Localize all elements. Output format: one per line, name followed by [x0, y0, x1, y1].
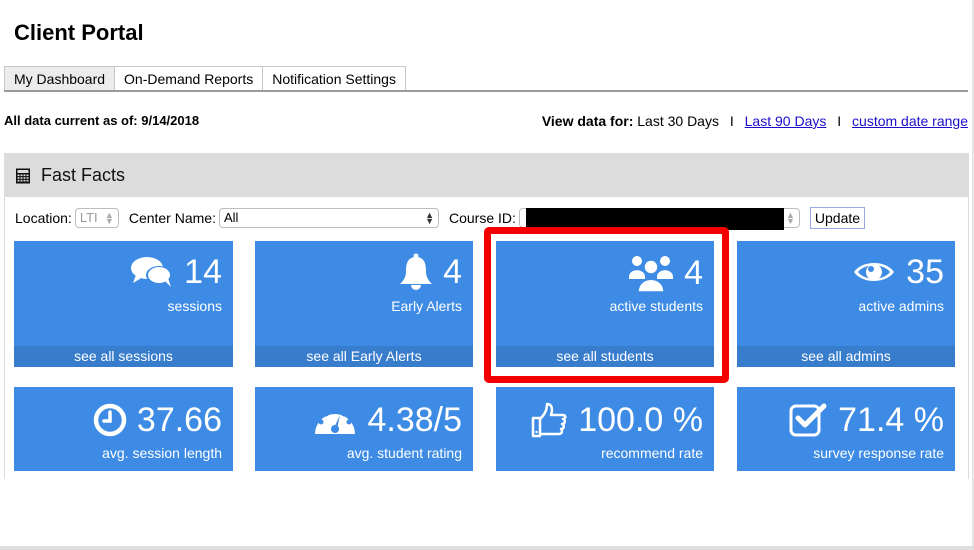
- calculator-icon: [15, 168, 31, 184]
- current-range: Last 30 Days: [637, 113, 719, 129]
- survey-response-rate-value: 71.4 %: [838, 401, 944, 439]
- see-all-early-alerts-link[interactable]: see all Early Alerts: [255, 346, 473, 367]
- sessions-card[interactable]: 14 sessions see all sessions: [14, 241, 233, 367]
- clock-icon: [93, 403, 127, 437]
- check-square-icon: [788, 401, 828, 439]
- avg-student-rating-label: avg. student rating: [346, 445, 462, 461]
- separator: I: [729, 113, 734, 129]
- view-data-label: View data for:: [541, 113, 634, 129]
- see-all-students-link[interactable]: see all students: [496, 346, 714, 367]
- sessions-label: sessions: [167, 298, 222, 314]
- center-name-select[interactable]: All ▲ ▼: [218, 208, 439, 228]
- select-arrows-icon: ▲ ▼: [104, 210, 114, 226]
- thumbs-up-icon: [530, 401, 568, 439]
- center-name-value: All: [223, 210, 239, 225]
- active-admins-card[interactable]: 35 active admins see all admins: [737, 241, 955, 367]
- tab-bar: My Dashboard On-Demand Reports Notificat…: [4, 66, 968, 92]
- tab-notification-settings[interactable]: Notification Settings: [262, 66, 406, 90]
- active-admins-value: 35: [906, 253, 944, 291]
- eye-icon: [852, 258, 896, 286]
- panel-title: Fast Facts: [41, 165, 126, 185]
- avg-session-length-value: 37.66: [136, 401, 222, 439]
- course-id-label: Course ID:: [448, 210, 516, 226]
- active-students-value: 4: [684, 254, 703, 292]
- page-title: Client Portal: [14, 20, 144, 45]
- separator: I: [837, 113, 842, 129]
- panel-header: Fast Facts: [5, 154, 968, 197]
- sessions-value: 14: [184, 253, 222, 291]
- window-bottom-edge: [0, 546, 974, 550]
- survey-response-rate-card: 71.4 % survey response rate: [737, 387, 955, 471]
- early-alerts-card[interactable]: 4 Early Alerts see all Early Alerts: [255, 241, 473, 367]
- update-button[interactable]: Update: [809, 207, 866, 229]
- active-admins-label: active admins: [858, 298, 944, 314]
- center-name-label: Center Name:: [128, 210, 216, 226]
- tab-my-dashboard[interactable]: My Dashboard: [4, 66, 116, 90]
- comments-icon: [130, 255, 174, 289]
- recommend-rate-value: 100.0 %: [578, 401, 703, 439]
- course-id-select[interactable]: ▲ ▼: [518, 208, 800, 230]
- location-select[interactable]: LTI ▲ ▼: [74, 208, 119, 228]
- dashboard-icon: [313, 404, 357, 436]
- survey-response-rate-label: survey response rate: [813, 445, 944, 461]
- early-alerts-label: Early Alerts: [391, 298, 462, 314]
- data-current-label: All data current as of: 9/14/2018: [4, 113, 200, 128]
- last-90-days-link[interactable]: Last 90 Days: [745, 113, 827, 129]
- active-students-card[interactable]: 4 active students see all students: [496, 241, 714, 367]
- active-students-label: active students: [609, 298, 703, 314]
- bell-icon: [399, 253, 433, 291]
- see-all-admins-link[interactable]: see all admins: [737, 346, 955, 367]
- avg-student-rating-card: 4.38/5 avg. student rating: [255, 387, 473, 471]
- users-icon: [628, 253, 674, 293]
- see-all-sessions-link[interactable]: see all sessions: [14, 346, 233, 367]
- location-label: Location:: [15, 210, 72, 226]
- recommend-rate-label: recommend rate: [601, 445, 703, 461]
- recommend-rate-card: 100.0 % recommend rate: [496, 387, 714, 471]
- early-alerts-value: 4: [443, 253, 462, 291]
- custom-date-range-link[interactable]: custom date range: [852, 113, 968, 129]
- avg-session-length-card: 37.66 avg. session length: [14, 387, 233, 471]
- filter-bar: Location: LTI ▲ ▼ Center Name: All ▲ ▼ Cou…: [15, 207, 866, 230]
- avg-session-length-label: avg. session length: [102, 445, 222, 461]
- redacted-course-value: [525, 208, 784, 230]
- location-value: LTI: [79, 210, 98, 225]
- tab-on-demand-reports[interactable]: On-Demand Reports: [114, 66, 264, 90]
- date-range-selector: View data for: Last 30 Days I Last 90 Da…: [542, 113, 968, 129]
- select-arrows-icon: ▲ ▼: [425, 210, 434, 226]
- select-arrows-icon: ▲ ▼: [785, 210, 795, 226]
- avg-student-rating-value: 4.38/5: [367, 401, 462, 439]
